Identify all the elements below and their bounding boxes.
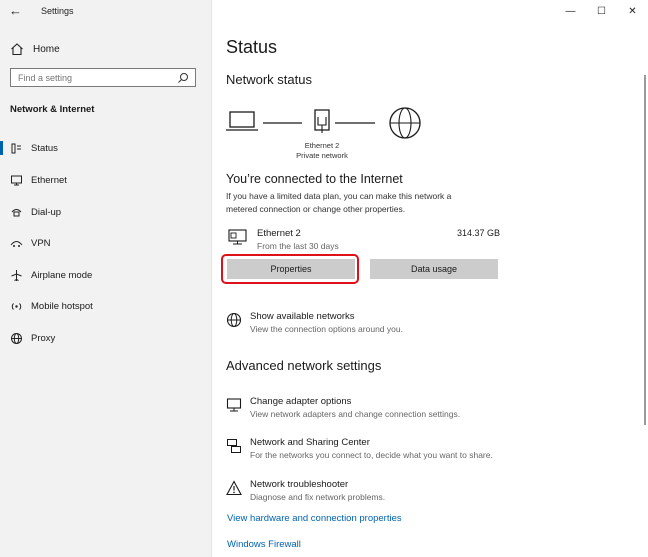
computer-icon [226, 111, 258, 131]
globe-network-icon [226, 312, 242, 328]
scrollbar[interactable] [644, 75, 646, 425]
close-button[interactable]: ✕ [617, 0, 648, 22]
sidebar-item-ethernet[interactable]: Ethernet [0, 169, 210, 191]
sharing-center-desc: For the networks you connect to, decide … [250, 450, 493, 460]
show-networks-text: Show available networks View the connect… [250, 311, 403, 336]
change-adapter-desc: View network adapters and change connect… [250, 409, 461, 419]
usage-period: From the last 30 days [257, 241, 339, 251]
hardware-properties-link[interactable]: View hardware and connection properties [227, 513, 402, 524]
window-controls: — ☐ ✕ [555, 0, 648, 22]
back-arrow-icon[interactable]: ← [9, 3, 22, 18]
sidebar-item-proxy[interactable]: Proxy [0, 327, 210, 349]
network-diagram: Ethernet 2 Private network [226, 105, 436, 163]
show-networks-desc: View the connection options around you. [250, 324, 403, 334]
internet-globe-icon [389, 107, 421, 139]
windows-firewall-link[interactable]: Windows Firewall [227, 539, 301, 550]
network-diagram-graphic [226, 107, 421, 139]
connected-desc-line2: metered connection or change other prope… [226, 204, 406, 214]
maximize-button[interactable]: ☐ [586, 0, 617, 22]
change-adapter-title: Change adapter options [250, 396, 352, 407]
usage-amount: 314.37 GB [457, 228, 501, 238]
status-icon [11, 143, 21, 153]
change-adapter-text: Change adapter options View network adap… [250, 396, 460, 421]
adapter-icon [226, 398, 242, 412]
troubleshooter-title: Network troubleshooter [250, 479, 349, 490]
warning-icon [226, 480, 242, 496]
show-networks-title: Show available networks [250, 311, 355, 322]
ethernet-monitor-icon [228, 229, 247, 245]
app-title: Settings [41, 6, 74, 16]
sidebar: ← Settings Home Network & Internet Statu… [0, 0, 212, 557]
sidebar-item-label: Dial-up [31, 206, 62, 218]
ethernet-adapter-icon [314, 109, 330, 133]
section-label: Network & Internet [10, 104, 95, 115]
sidebar-item-label: Airplane mode [31, 269, 93, 281]
troubleshooter-item[interactable]: Network troubleshooter Diagnose and fix … [226, 479, 385, 504]
show-networks-item[interactable]: Show available networks View the connect… [226, 311, 403, 336]
advanced-heading: Advanced network settings [226, 358, 382, 373]
titlebar-left: ← Settings [0, 0, 211, 24]
adapter-name-label: Ethernet 2 [304, 141, 340, 150]
sidebar-item-hotspot[interactable]: Mobile hotspot [0, 295, 210, 317]
sidebar-item-label: Proxy [31, 332, 56, 344]
sidebar-item-status[interactable]: Status [0, 137, 210, 159]
minimize-button[interactable]: — [555, 0, 586, 22]
home-icon [11, 43, 23, 56]
search-icon[interactable] [177, 72, 189, 84]
sidebar-item-label: Mobile hotspot [31, 300, 93, 312]
network-status-heading: Network status [226, 72, 312, 87]
sidebar-item-vpn[interactable]: VPN [0, 232, 210, 254]
sharing-icon [227, 439, 241, 453]
home-nav[interactable]: Home [10, 41, 60, 57]
connected-desc-line1: If you have a limited data plan, you can… [226, 191, 452, 201]
sidebar-item-airplane[interactable]: Airplane mode [0, 264, 210, 286]
connected-heading: You’re connected to the Internet [226, 172, 403, 186]
page-title: Status [226, 37, 278, 57]
sharing-center-text: Network and Sharing Center For the netwo… [250, 437, 493, 462]
change-adapter-options-item[interactable]: Change adapter options View network adap… [226, 396, 460, 421]
troubleshooter-desc: Diagnose and fix network problems. [250, 492, 386, 502]
properties-highlight [221, 254, 359, 284]
ethernet-icon [11, 175, 22, 185]
vpn-icon [10, 240, 23, 247]
globe-icon [11, 332, 22, 344]
data-usage-button[interactable]: Data usage [370, 259, 498, 279]
search-box[interactable] [10, 68, 196, 87]
sidebar-item-dialup[interactable]: Dial-up [0, 201, 210, 223]
airplane-icon [11, 269, 22, 281]
hotspot-icon [11, 302, 22, 310]
sidebar-item-label: Status [31, 142, 58, 154]
sharing-center-item[interactable]: Network and Sharing Center For the netwo… [226, 437, 493, 462]
sidebar-item-label: VPN [31, 237, 51, 249]
home-label: Home [33, 43, 60, 55]
sidebar-item-label: Ethernet [31, 174, 67, 186]
dialup-icon [11, 208, 22, 216]
active-indicator [0, 141, 3, 155]
search-input[interactable] [11, 71, 177, 84]
sharing-center-title: Network and Sharing Center [250, 437, 370, 448]
usage-adapter-name: Ethernet 2 [257, 228, 301, 239]
troubleshooter-text: Network troubleshooter Diagnose and fix … [250, 479, 385, 504]
network-type-label: Private network [296, 151, 348, 160]
